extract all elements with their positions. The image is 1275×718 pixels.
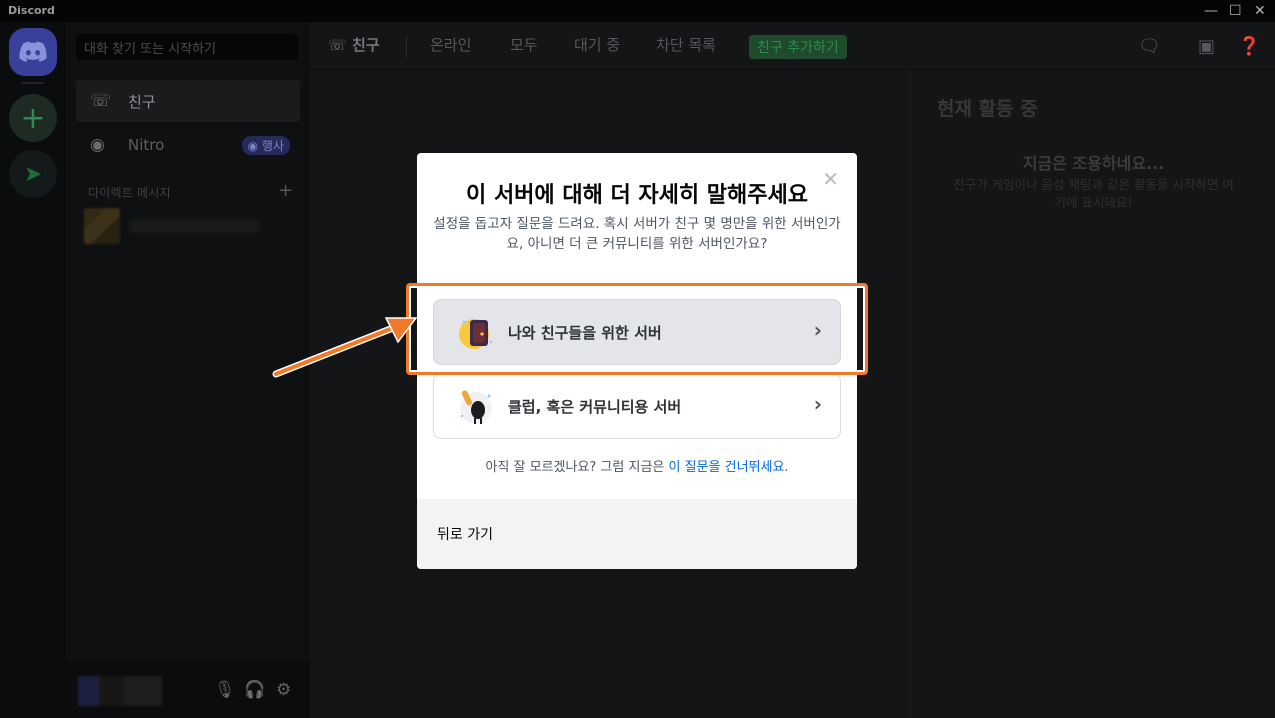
dm-list-item[interactable] — [84, 208, 260, 244]
settings-gear-icon[interactable]: ⚙ — [276, 680, 291, 700]
tab-online[interactable]: 온라인 — [430, 34, 471, 55]
explore-servers-button[interactable]: ➤ — [9, 150, 57, 198]
header-title-text: 친구 — [351, 36, 380, 54]
annotation-arrow-icon — [272, 317, 418, 378]
minimize-icon[interactable]: — — [1204, 3, 1218, 19]
active-now-panel: 현재 활동 중 지금은 조용하네요... 친구가 게임이나 음성 채팅과 같은 … — [910, 70, 1275, 718]
nitro-icon: ◉ — [90, 135, 105, 155]
skip-question-text: 아직 잘 모르겠나요? 그럼 지금은 이 질문을 건너뛰세요. — [417, 456, 857, 475]
annotation-highlight-box — [406, 283, 868, 375]
friends-header: ☏ 친구 온라인 모두 대기 중 차단 목록 친구 추가하기 🗨 ▣ ❓ — [310, 22, 1275, 70]
active-now-title: 현재 활동 중 — [937, 98, 1038, 120]
close-window-icon[interactable]: ✕ — [1254, 3, 1266, 19]
sidebar-item-nitro[interactable]: ◉ Nitro ◉ 행사 — [76, 124, 300, 166]
header-divider — [406, 36, 407, 58]
tab-all[interactable]: 모두 — [510, 34, 538, 55]
skip-suffix: . — [784, 460, 789, 475]
friends-title: ☏ 친구 — [328, 34, 380, 55]
search-input[interactable]: 대화 찾기 또는 시작하기 — [76, 34, 298, 60]
skip-question-link[interactable]: 이 질문을 건너뛰세요 — [669, 460, 785, 475]
title-bar: Discord — ☐ ✕ — [0, 0, 1275, 22]
option-label: 클럽, 혹은 커뮤니티용 서버 — [508, 397, 682, 416]
sidebar-item-label: 친구 — [128, 92, 156, 111]
event-badge-label: 행사 — [261, 138, 284, 153]
add-friend-button[interactable]: 친구 추가하기 — [749, 35, 847, 59]
app-title: Discord — [8, 4, 55, 17]
friends-wave-icon: ☏ — [328, 36, 352, 54]
sidebar-item-label: Nitro — [128, 136, 165, 154]
dm-name-redacted — [130, 219, 260, 233]
active-now-empty-title: 지금은 조용하네요... — [1022, 154, 1165, 173]
option-community-server[interactable]: 클럽, 혹은 커뮤니티용 서버 › — [433, 373, 841, 439]
tab-blocked[interactable]: 차단 목록 — [656, 34, 716, 55]
add-server-button[interactable]: + — [9, 94, 57, 142]
user-avatar-redacted[interactable] — [78, 676, 162, 706]
new-group-dm-icon[interactable]: 🗨 — [1138, 36, 1161, 57]
dm-header: 다이렉트 메시지 — [88, 186, 171, 200]
nitro-badge-icon: ◉ — [247, 138, 262, 153]
event-badge: ◉ 행사 — [241, 135, 290, 155]
modal-title: 이 서버에 대해 더 자세히 말해주세요 — [466, 183, 808, 208]
modal-description: 설정을 돕고자 질문을 드려요. 혹시 서버가 친구 몇 명만을 위한 서버인가… — [433, 216, 841, 252]
skip-prefix: 아직 잘 모르겠나요? 그럼 지금은 — [485, 460, 669, 475]
community-server-illustration — [456, 386, 496, 426]
help-icon[interactable]: ❓ — [1238, 36, 1260, 57]
plus-icon: + — [20, 100, 46, 136]
headphones-icon[interactable]: 🎧 — [244, 680, 265, 700]
maximize-icon[interactable]: ☐ — [1229, 3, 1242, 19]
tab-pending[interactable]: 대기 중 — [574, 34, 620, 55]
sidebar-item-friends[interactable]: ☏ 친구 — [76, 80, 300, 122]
avatar — [84, 208, 120, 244]
inbox-icon[interactable]: ▣ — [1198, 36, 1215, 57]
modal-footer: 뒤로 가기 — [417, 499, 857, 569]
home-button[interactable] — [9, 28, 57, 76]
rail-divider — [22, 82, 44, 84]
chevron-right-icon: › — [813, 392, 822, 416]
user-panel: 🎙 🎧 ⚙ — [66, 662, 310, 718]
back-button[interactable]: 뒤로 가기 — [437, 524, 493, 544]
microphone-icon[interactable]: 🎙 — [214, 680, 236, 700]
compass-icon: ➤ — [23, 161, 43, 187]
discord-logo-icon — [19, 41, 47, 62]
create-dm-icon[interactable]: + — [278, 180, 293, 201]
friends-icon: ☏ — [90, 91, 112, 111]
active-now-empty-desc: 친구가 게임이나 음성 채팅과 같은 활동을 시작하면 여기에 표시돼요! — [953, 177, 1234, 210]
server-rail: + ➤ — [0, 22, 66, 718]
